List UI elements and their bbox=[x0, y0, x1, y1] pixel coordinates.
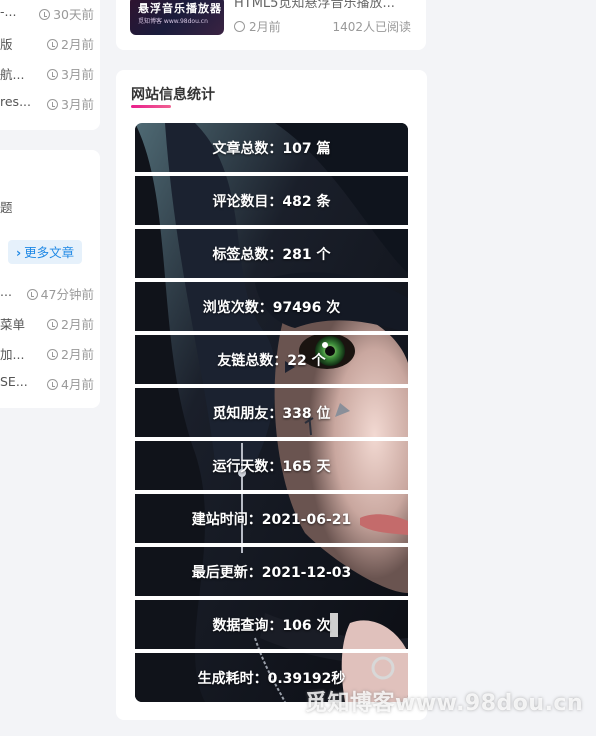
item-title: res... bbox=[0, 94, 31, 109]
watermark: 觅知博客www.98dou.cn bbox=[305, 691, 584, 716]
more-articles-button[interactable]: › 更多文章 bbox=[8, 240, 83, 264]
clock-icon bbox=[47, 349, 59, 360]
heading-underline bbox=[131, 105, 171, 108]
item-time: 47分钟前 bbox=[26, 284, 94, 303]
item-title: 版 bbox=[0, 37, 13, 52]
clock-icon bbox=[47, 69, 59, 80]
item-time: 3月前 bbox=[47, 94, 94, 113]
chevron-right-icon: › bbox=[16, 245, 22, 260]
clock-icon bbox=[26, 289, 38, 300]
item-time: 2月前 bbox=[47, 344, 94, 363]
recent-comments-card: -... 30天前 版 2月前 航... 3月前 res... 3月前 bbox=[0, 0, 100, 130]
stat-running-days: 运行天数：165 天 bbox=[212, 458, 331, 475]
item-time: 2月前 bbox=[47, 34, 94, 53]
item-title: ... bbox=[0, 284, 12, 299]
stat-tag-count: 标签总数：281 个 bbox=[212, 246, 331, 263]
card-heading: 网站信息统计 bbox=[131, 87, 215, 103]
stat-comment-count: 评论数目：482 条 bbox=[212, 193, 331, 210]
stat-view-count: 浏览次数：97496 次 bbox=[202, 299, 341, 316]
stat-article-count: 文章总数：107 篇 bbox=[212, 140, 331, 157]
featured-post-card[interactable]: 悬浮音乐播放器 觅知博客 www.98dou.cn HTML5觅知悬浮音乐播放.… bbox=[116, 0, 426, 50]
post-title[interactable]: HTML5觅知悬浮音乐播放... bbox=[234, 0, 414, 11]
stat-last-updated: 最后更新：2021-12-03 bbox=[191, 564, 352, 581]
item-time: 3月前 bbox=[47, 64, 94, 83]
post-read-count: 1402人已阅读 bbox=[332, 20, 411, 34]
stat-founded-date: 建站时间：2021-06-21 bbox=[191, 511, 352, 528]
post-thumbnail[interactable]: 悬浮音乐播放器 觅知博客 www.98dou.cn bbox=[130, 0, 224, 35]
clock-icon bbox=[47, 379, 59, 390]
clock-icon bbox=[47, 39, 59, 50]
site-stats-card: 网站信息统计 文章总数：107 篇 评论数目：482 条 标签总数：281 个 … bbox=[116, 70, 427, 720]
thumbnail-subtitle: 觅知博客 www.98dou.cn bbox=[138, 18, 208, 25]
item-time: 30天前 bbox=[39, 4, 94, 23]
posts-card: 题 › 更多文章 ... 47分钟前 菜单 2月前 加... 2月前 SE... … bbox=[0, 150, 100, 408]
thumbnail-title: 悬浮音乐播放器 bbox=[138, 2, 222, 15]
post-time: 2月前 bbox=[234, 18, 281, 35]
item-title: SE... bbox=[0, 374, 28, 389]
item-time: 4月前 bbox=[47, 374, 94, 393]
clock-icon bbox=[39, 9, 51, 20]
item-title: -... bbox=[0, 4, 17, 19]
item-title: 菜单 bbox=[0, 317, 26, 332]
item-title: 加... bbox=[0, 347, 25, 362]
stat-friend-link-count: 友链总数：22 个 bbox=[217, 352, 326, 369]
clock-icon bbox=[234, 21, 245, 32]
clock-icon bbox=[47, 319, 59, 330]
stat-query-count: 数据查询：106 次 bbox=[212, 617, 331, 634]
item-time: 2月前 bbox=[47, 314, 94, 333]
stat-member-count: 觅知朋友：338 位 bbox=[212, 405, 331, 422]
clock-icon bbox=[47, 99, 59, 110]
item-title: 航... bbox=[0, 67, 25, 82]
